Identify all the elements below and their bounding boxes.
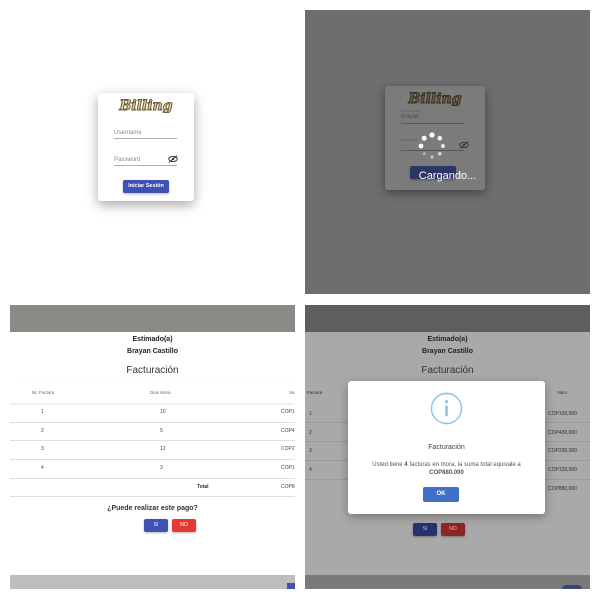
logo-text: Billing <box>118 98 172 113</box>
password-label: Password <box>401 137 419 142</box>
column-header-number: Factura <box>307 390 323 395</box>
no-button[interactable]: NO <box>172 519 196 532</box>
logo-text: Billing <box>407 91 461 106</box>
loading-text: Cargando... <box>418 170 477 182</box>
customer-name: Brayan Castillo <box>422 348 473 355</box>
top-bar <box>305 305 590 332</box>
login-screen: Billing Username Password Iniciar Sesión <box>10 10 295 294</box>
table-header: Nr. Factura Dias Mora Va <box>10 381 295 403</box>
invoice-value: COP1 <box>281 409 295 415</box>
invoice-number: 3 <box>309 448 312 454</box>
top-bar <box>10 305 295 332</box>
yes-button[interactable]: SI <box>144 519 168 532</box>
username-label: Username <box>114 130 142 136</box>
invoice-number: 4 <box>309 467 312 473</box>
username-label: Username <box>401 108 420 113</box>
payment-question: ¿Puede realizar este pago? <box>107 505 198 512</box>
overdue-count: 4 <box>404 462 408 468</box>
invoice-value: COP2 <box>281 446 295 452</box>
fab-button[interactable] <box>562 585 582 589</box>
total-value: COP8 <box>281 484 295 490</box>
column-header-days: Dias Mora <box>150 390 171 395</box>
eye-off-icon[interactable] <box>168 155 178 163</box>
dialog-text-prefix: Usted tiene <box>372 462 403 468</box>
password-label: Password <box>114 157 141 163</box>
row-divider <box>10 496 295 497</box>
loading-screen: Billing Username brayan Password Iniciar… <box>305 10 590 294</box>
row-divider <box>10 440 295 441</box>
invoice-value: COP230,000 <box>548 448 577 454</box>
invoice-value: COP430,000 <box>548 430 577 436</box>
password-field[interactable] <box>114 165 177 166</box>
login-card: Billing Username Password Iniciar Sesión <box>98 93 194 201</box>
invoice-number: 1 <box>309 411 312 417</box>
username-value: brayan <box>401 114 420 120</box>
yes-button[interactable]: SI <box>413 523 437 536</box>
row-divider <box>10 478 295 479</box>
total-label: Total <box>197 484 209 490</box>
invoice-number: 4 <box>41 465 44 471</box>
info-icon <box>430 392 463 425</box>
username-field[interactable] <box>401 123 464 124</box>
billing-screen: Estimado(a) Brayan Castillo Facturación … <box>10 305 295 589</box>
invoice-value: COP4 <box>281 428 295 434</box>
invoice-number: 1 <box>41 409 44 415</box>
dialog-title: Facturación <box>428 444 465 451</box>
column-header-value: Va <box>289 390 295 395</box>
dialog-text-middle: facturas en mora, la suma total equivale… <box>409 462 521 468</box>
bottom-bar <box>305 575 590 589</box>
row-divider <box>10 459 295 460</box>
invoice-number: 2 <box>309 430 312 436</box>
overdue-amount: COP880.000 <box>429 470 464 476</box>
eye-off-icon[interactable] <box>459 141 469 149</box>
billing-modal-screen: Estimado(a) Brayan Castillo Facturación … <box>305 305 590 589</box>
invoice-value: COP100,000 <box>548 411 577 417</box>
dialog-message: Usted tiene 4 facturas en mora, la suma … <box>358 461 535 477</box>
invoice-number: 2 <box>41 428 44 434</box>
days-overdue: 10 <box>160 409 166 415</box>
total-value: COP880,000 <box>548 486 577 492</box>
bottom-bar <box>10 575 295 589</box>
section-title: Facturación <box>126 365 179 376</box>
days-overdue: 3 <box>160 465 163 471</box>
username-field[interactable] <box>114 138 177 139</box>
login-button[interactable]: Iniciar Sesión <box>123 180 169 193</box>
greeting-title: Estimado(a) <box>132 336 173 343</box>
billing-logo: Billing <box>407 91 462 107</box>
fab-button[interactable] <box>287 583 295 589</box>
no-button[interactable]: NO <box>441 523 465 536</box>
spinner-icon <box>418 132 446 159</box>
days-overdue: 5 <box>160 428 163 434</box>
ok-button[interactable]: OK <box>423 487 459 502</box>
greeting-title: Estimado(a) <box>427 336 468 343</box>
invoice-value: COP120,000 <box>548 467 577 473</box>
billing-logo: Billing <box>118 98 173 114</box>
customer-name: Brayan Castillo <box>127 348 178 355</box>
row-divider <box>10 422 295 423</box>
alert-dialog: Facturación Usted tiene 4 facturas en mo… <box>348 381 545 514</box>
section-title: Facturación <box>421 365 474 376</box>
invoice-value: COP1 <box>281 465 295 471</box>
column-header-number: Nr. Factura <box>32 390 55 395</box>
invoice-number: 3 <box>41 446 44 452</box>
column-header-value: Valor <box>557 390 568 395</box>
days-overdue: 12 <box>160 446 166 452</box>
